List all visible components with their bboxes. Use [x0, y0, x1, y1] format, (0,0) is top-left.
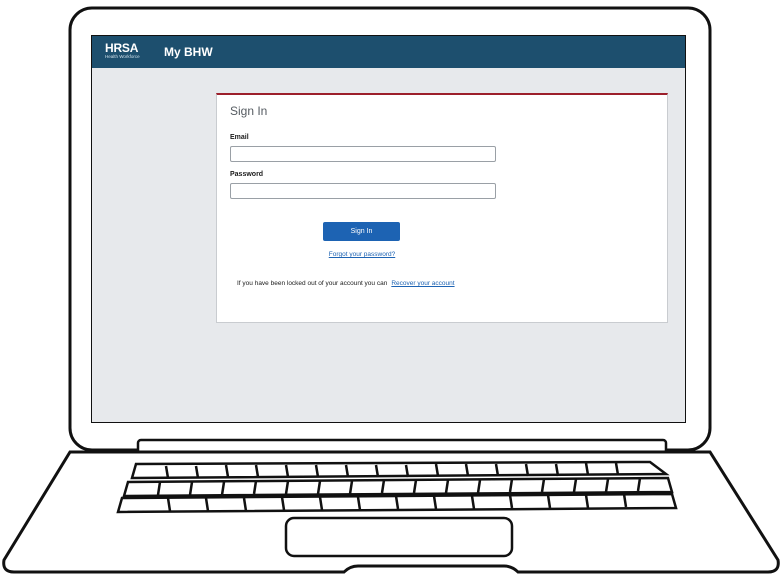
hrsa-logo[interactable]: HRSA Health Workforce [105, 42, 149, 62]
recover-account-link[interactable]: Recover your account [391, 280, 454, 287]
locked-out-text: If you have been locked out of your acco… [237, 280, 388, 287]
logo-subtext: Health Workforce [105, 54, 140, 59]
signin-button[interactable]: Sign In [323, 222, 400, 241]
trackpad [284, 516, 514, 558]
laptop-illustration: HRSA Health Workforce My BHW Sign In Ema… [0, 0, 780, 577]
app-header: HRSA Health Workforce My BHW [92, 36, 685, 68]
laptop-screen: HRSA Health Workforce My BHW Sign In Ema… [92, 36, 685, 422]
app-title[interactable]: My BHW [164, 44, 213, 60]
password-label: Password [230, 171, 264, 178]
email-label: Email [230, 134, 249, 141]
logo-text: HRSA [105, 41, 139, 55]
forgot-password-link-text[interactable]: Forgot your password? [329, 251, 395, 258]
locked-out-message: If you have been locked out of your acco… [237, 280, 455, 288]
password-field[interactable] [230, 183, 496, 199]
signin-title: Sign In [230, 104, 268, 118]
email-field[interactable] [230, 146, 496, 162]
signin-card: Sign In Email Password Sign In Forgot yo… [216, 93, 668, 323]
forgot-password-link: Forgot your password? [217, 251, 507, 259]
